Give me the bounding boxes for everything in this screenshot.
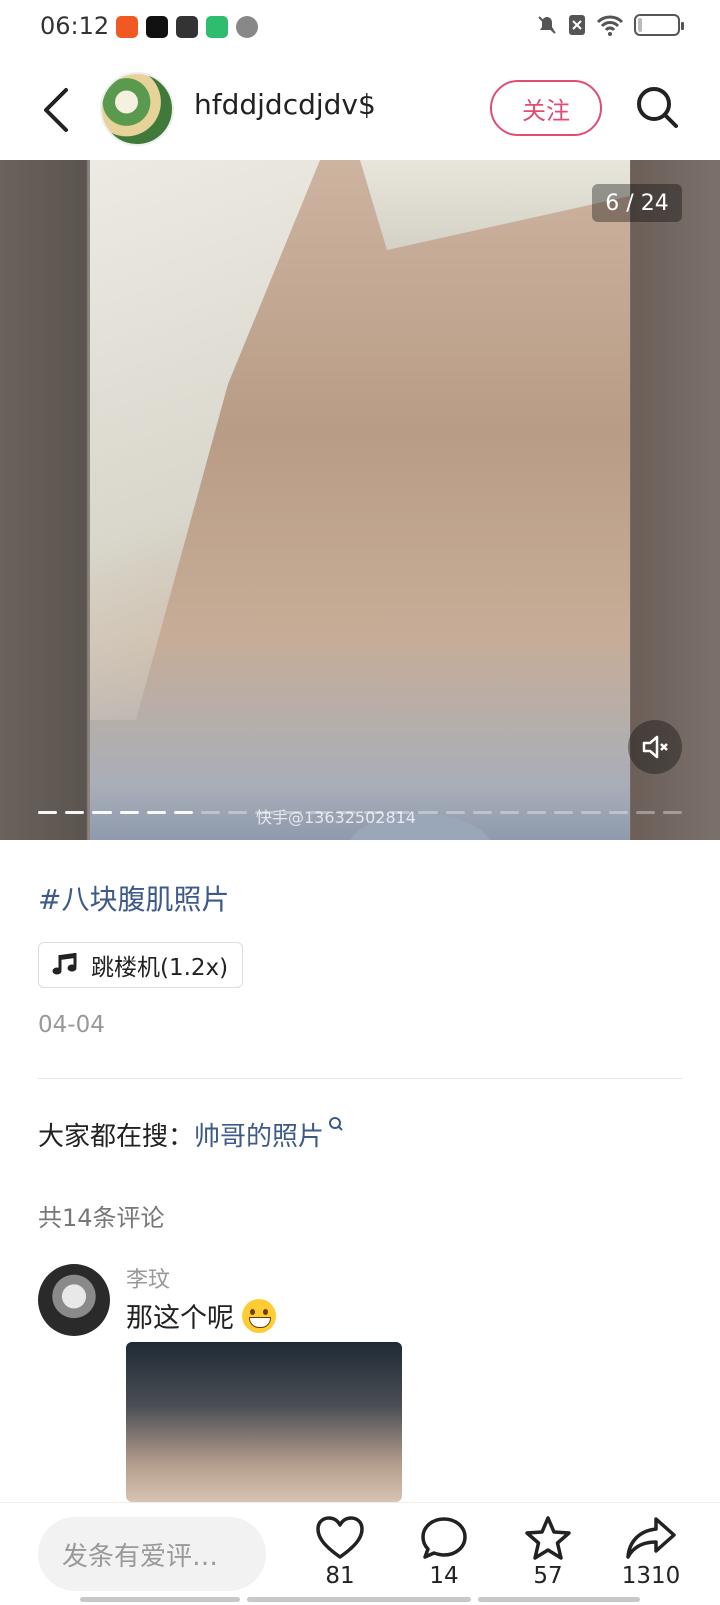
share-count: 1310 [621,1563,681,1589]
status-right [536,14,684,36]
carousel-dot [472,811,492,814]
status-time: 06:12 [40,12,110,40]
page-counter: 6 / 24 [592,184,682,222]
nav-gesture-bar [80,1597,240,1602]
photo-watermark: 快手@13632502814 [256,808,416,827]
speaker-muted-icon [642,735,668,759]
wifi-icon [596,15,624,36]
post-hashtag[interactable]: #八块腹肌照片 [38,878,229,918]
post-date: 04-04 [38,1012,105,1038]
carousel-dot [282,811,302,814]
carousel-dot [309,811,329,814]
back-button[interactable] [36,84,80,136]
like-count: 81 [325,1563,355,1589]
carousel-dot [581,811,601,814]
carousel-dot [119,811,139,814]
author-username[interactable]: hfddjdcdjdv$ [194,88,376,121]
commenter-avatar[interactable] [38,1264,110,1336]
carousel-indicator [38,811,683,815]
battery-level [638,18,642,32]
bottom-action-bar: 发条有爱评… 81 14 57 1310 [0,1502,720,1605]
music-title: 跳楼机(1.2x) [91,955,229,981]
carousel-dot [336,811,357,814]
carousel-dot [499,811,520,814]
comment-count-label: 共14条评论 [38,1204,165,1232]
carousel-dot [146,811,166,814]
status-app-icons [116,16,258,38]
nav-gesture-bar [247,1597,471,1602]
carousel-dot [228,811,248,814]
music-note-icon [52,953,77,975]
follow-button[interactable]: 关注 [490,80,602,136]
carousel-dot [364,811,384,814]
mute-bell-icon [538,16,556,34]
trending-search: 大家都在搜： 帅哥的照片 [38,1116,344,1153]
battery-icon [634,14,684,36]
iqiyi-app-icon [206,16,228,38]
favorite-button[interactable]: 57 [513,1515,583,1589]
taobao-app-icon [116,16,138,38]
app-icon-3 [176,16,198,38]
image-carousel[interactable]: 6 / 24 快手@13632502814 [0,160,720,840]
carousel-dot [445,811,465,814]
carousel-dot [527,811,547,814]
carousel-dot [173,811,194,814]
share-arrow-icon [626,1517,676,1559]
sim-disabled-icon [569,15,585,35]
comment-text: 那这个呢 [126,1296,276,1335]
divider [38,1078,682,1079]
comments-button[interactable]: 14 [409,1515,479,1589]
app-icon-5 [236,16,258,38]
carousel-dot [635,811,655,814]
trending-prefix: 大家都在搜： [38,1122,195,1152]
carousel-dot [391,811,411,814]
comment-image[interactable] [126,1342,402,1502]
commenter-name[interactable]: 李玟 [126,1262,170,1294]
carousel-dot [255,811,275,814]
status-bar: 06:12 [0,0,720,56]
comment-body: 那这个呢 [126,1303,234,1334]
search-icon [329,1117,343,1131]
star-icon [525,1516,571,1560]
douyin-app-icon [146,16,168,38]
grin-emoji-icon [242,1298,276,1333]
carousel-dot [554,811,574,814]
music-chip[interactable]: 跳楼机(1.2x) [38,942,244,988]
carousel-dot [92,811,112,814]
profile-header: hfddjdcdjdv$ 关注 [0,60,720,160]
search-icon [637,87,678,128]
heart-icon [316,1516,364,1559]
carousel-dot [201,811,221,814]
comment-input[interactable]: 发条有爱评… [38,1517,266,1591]
comment-count: 14 [429,1563,459,1589]
comment-bubble-icon [421,1517,467,1559]
author-avatar[interactable] [100,72,174,146]
chevron-left-icon [44,88,68,132]
share-button[interactable]: 1310 [616,1515,686,1589]
volume-button[interactable] [628,720,682,774]
carousel-dot [418,811,438,814]
carousel-dot [38,811,58,814]
trending-query-link[interactable]: 帅哥的照片 [194,1116,324,1153]
favorite-count: 57 [533,1563,563,1589]
search-button[interactable] [632,82,682,132]
carousel-dot [662,811,683,814]
carousel-dot [65,811,85,814]
carousel-dot [608,811,628,814]
nav-gesture-bar [478,1597,640,1602]
like-button[interactable]: 81 [305,1515,375,1589]
